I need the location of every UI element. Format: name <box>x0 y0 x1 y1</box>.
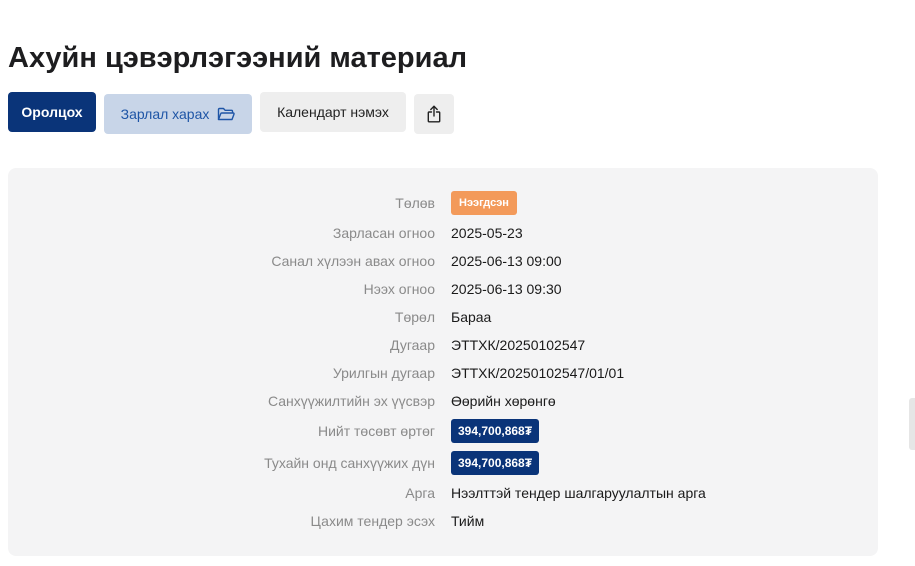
e-tender-label: Цахим тендер эсэх <box>310 513 435 529</box>
detail-row-type: Төрөл Бараа <box>8 303 878 331</box>
funding-source-value: Өөрийн хөрөнгө <box>451 393 556 409</box>
view-ad-label: Зарлал харах <box>120 106 210 122</box>
share-button[interactable] <box>414 94 454 134</box>
detail-row-published-date: Зарласан огноо 2025-05-23 <box>8 219 878 247</box>
add-to-calendar-button[interactable]: Календарт нэмэх <box>260 92 406 132</box>
year-funding-label: Тухайн онд санхүүжих дүн <box>264 455 435 471</box>
invitation-number-label: Урилгын дугаар <box>332 365 435 381</box>
participate-button[interactable]: Оролцох <box>8 92 96 132</box>
total-budget-badge: 394,700,868₮ <box>451 419 540 443</box>
detail-row-invitation-number: Урилгын дугаар ЭТТХК/20250102547/01/01 <box>8 359 878 387</box>
detail-row-number: Дугаар ЭТТХК/20250102547 <box>8 331 878 359</box>
invitation-number-value: ЭТТХК/20250102547/01/01 <box>451 365 625 381</box>
detail-row-status: Төлөв Нээгдсэн <box>8 189 878 217</box>
view-ad-button[interactable]: Зарлал харах <box>104 94 252 134</box>
method-value: Нээлттэй тендер шалгаруулалтын арга <box>451 485 706 501</box>
detail-row-bid-deadline: Санал хүлээн авах огноо 2025-06-13 09:00 <box>8 247 878 275</box>
detail-row-method: Арга Нээлттэй тендер шалгаруулалтын арга <box>8 479 878 507</box>
action-bar: Оролцох Зарлал харах Календарт нэмэх <box>8 92 454 134</box>
detail-row-year-funding: Тухайн онд санхүүжих дүн 394,700,868₮ <box>8 449 878 477</box>
detail-row-opening-date: Нээх огноо 2025-06-13 09:30 <box>8 275 878 303</box>
funding-source-label: Санхүүжилтийн эх үүсвэр <box>267 393 435 409</box>
detail-row-e-tender: Цахим тендер эсэх Тийм <box>8 507 878 535</box>
published-date-value: 2025-05-23 <box>451 225 523 241</box>
details-panel: Төлөв Нээгдсэн Зарласан огноо 2025-05-23… <box>8 168 878 556</box>
published-date-label: Зарласан огноо <box>332 225 435 241</box>
detail-row-funding-source: Санхүүжилтийн эх үүсвэр Өөрийн хөрөнгө <box>8 387 878 415</box>
page: Ахуйн цэвэрлэгээний материал Оролцох Зар… <box>0 0 915 566</box>
method-label: Арга <box>405 485 435 501</box>
status-badge: Нээгдсэн <box>451 191 517 215</box>
number-value: ЭТТХК/20250102547 <box>451 337 586 353</box>
total-budget-label: Нийт төсөвт өртөг <box>317 423 435 439</box>
detail-row-total-budget: Нийт төсөвт өртөг 394,700,868₮ <box>8 417 878 445</box>
scrollbar-handle[interactable] <box>909 398 915 450</box>
status-label: Төлөв <box>395 195 435 211</box>
bid-deadline-value: 2025-06-13 09:00 <box>451 253 562 269</box>
bid-deadline-label: Санал хүлээн авах огноо <box>271 253 435 269</box>
folder-open-icon <box>217 107 236 122</box>
opening-date-label: Нээх огноо <box>363 281 435 297</box>
number-label: Дугаар <box>390 337 435 353</box>
share-icon <box>427 105 441 123</box>
page-title: Ахуйн цэвэрлэгээний материал <box>8 42 468 74</box>
type-value: Бараа <box>451 309 492 325</box>
opening-date-value: 2025-06-13 09:30 <box>451 281 562 297</box>
year-funding-badge: 394,700,868₮ <box>451 451 540 475</box>
type-label: Төрөл <box>394 309 435 325</box>
e-tender-value: Тийм <box>451 513 485 529</box>
